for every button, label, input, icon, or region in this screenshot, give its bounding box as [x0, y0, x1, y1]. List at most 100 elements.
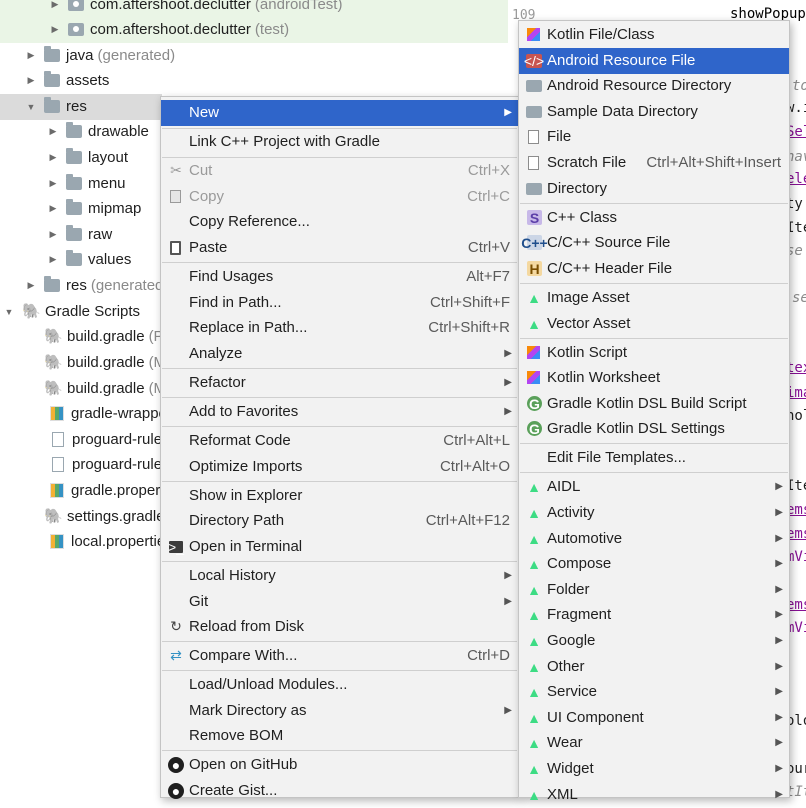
collapse-arrow-icon[interactable]: ▼ [26, 102, 36, 112]
tree-item-drawable[interactable]: ▶ drawable [0, 119, 149, 145]
submenu-item-cpp-class[interactable]: S C++ Class [519, 205, 789, 231]
properties-file-icon [50, 406, 64, 422]
expand-arrow-icon[interactable]: ▶ [50, 24, 60, 35]
submenu-item-ui-component[interactable]: ▲ UI Component ▶ [519, 705, 789, 731]
menu-item-remove-bom[interactable]: Remove BOM [161, 723, 518, 749]
tree-item-settings-gradle[interactable]: 🐘 settings.gradle [0, 504, 165, 530]
menu-item-analyze[interactable]: Analyze ▶ [161, 341, 518, 367]
menu-item-mark-directory-as[interactable]: Mark Directory as ▶ [161, 698, 518, 724]
submenu-item-fragment[interactable]: ▲ Fragment ▶ [519, 602, 789, 628]
menu-item-show-in-explorer[interactable]: Show in Explorer [161, 483, 518, 509]
submenu-item-widget[interactable]: ▲ Widget ▶ [519, 756, 789, 782]
collapse-arrow-icon[interactable]: ▼ [4, 307, 14, 317]
submenu-item-gradle-kotlin-dsl-build-script[interactable]: G Gradle Kotlin DSL Build Script [519, 391, 789, 417]
tree-item-gradle-scripts[interactable]: ▼ 🐘 Gradle Scripts [0, 299, 141, 325]
separator [162, 397, 517, 398]
menu-item-add-to-favorites[interactable]: Add to Favorites ▶ [161, 399, 518, 425]
expand-arrow-icon[interactable]: ▶ [48, 254, 58, 265]
submenu-item-compose[interactable]: ▲ Compose ▶ [519, 551, 789, 577]
menu-item-open-on-github[interactable]: ● Open on GitHub [161, 752, 518, 778]
tree-item-values[interactable]: ▶ values [0, 247, 131, 273]
menu-item-new[interactable]: New ▶ [161, 100, 518, 126]
tree-item-raw[interactable]: ▶ raw [0, 222, 112, 248]
submenu-item-file[interactable]: File [519, 124, 789, 150]
submenu-item-other[interactable]: ▲ Other ▶ [519, 654, 789, 680]
menu-item-optimize-imports[interactable]: Optimize Imports Ctrl+Alt+O [161, 454, 518, 480]
expand-arrow-icon[interactable]: ▶ [48, 178, 58, 189]
submenu-item-wear[interactable]: ▲ Wear ▶ [519, 730, 789, 756]
submenu-item-xml[interactable]: ▲ XML ▶ [519, 782, 789, 808]
tree-item-proguard-rules[interactable]: proguard-rule [0, 452, 162, 478]
menu-item-copy[interactable]: Copy Ctrl+C [161, 184, 518, 210]
tree-item-build-gradle[interactable]: 🐘 build.gradle (M [0, 350, 166, 376]
menu-item-local-history[interactable]: Local History ▶ [161, 563, 518, 589]
separator [520, 472, 788, 473]
submenu-item-edit-file-templates[interactable]: Edit File Templates... [519, 445, 789, 471]
tree-item-java-generated[interactable]: ▶ java (generated) [0, 43, 175, 69]
submenu-item-folder[interactable]: ▲ Folder ▶ [519, 577, 789, 603]
menu-item-load-unload-modules[interactable]: Load/Unload Modules... [161, 672, 518, 698]
menu-item-compare-with[interactable]: ⇄ Compare With... Ctrl+D [161, 643, 518, 669]
tree-item-local-properties[interactable]: local.propertie [0, 529, 165, 555]
menu-item-replace-in-path[interactable]: Replace in Path... Ctrl+Shift+R [161, 315, 518, 341]
menu-item-link-cpp-project[interactable]: Link C++ Project with Gradle [161, 129, 518, 155]
menu-item-find-usages[interactable]: Find Usages Alt+F7 [161, 264, 518, 290]
expand-arrow-icon[interactable]: ▶ [48, 203, 58, 214]
menu-item-paste[interactable]: Paste Ctrl+V [161, 235, 518, 261]
expand-arrow-icon[interactable]: ▶ [48, 229, 58, 240]
tree-item-gradle-wrapper[interactable]: gradle-wrappe [0, 401, 167, 427]
expand-arrow-icon[interactable]: ▶ [26, 75, 36, 86]
submenu-item-kotlin-worksheet[interactable]: Kotlin Worksheet [519, 365, 789, 391]
submenu-item-directory[interactable]: Directory [519, 176, 789, 202]
submenu-item-c-cpp-header-file[interactable]: H C/C++ Header File [519, 256, 789, 282]
submenu-item-kotlin-file-class[interactable]: Kotlin File/Class [519, 22, 789, 48]
properties-file-icon [50, 534, 64, 550]
tree-item-assets[interactable]: ▶ assets [0, 68, 109, 94]
tree-item-build-gradle[interactable]: 🐘 build.gradle (P [0, 324, 164, 350]
menu-item-directory-path[interactable]: Directory Path Ctrl+Alt+F12 [161, 508, 518, 534]
submenu-item-c-cpp-source-file[interactable]: C++ C/C++ Source File [519, 230, 789, 256]
tree-item-menu[interactable]: ▶ menu [0, 171, 126, 197]
tree-item-gradle-properties[interactable]: gradle.propert [0, 478, 164, 504]
android-icon: ▲ [527, 734, 541, 751]
tree-item-mipmap[interactable]: ▶ mipmap [0, 196, 141, 222]
submenu-item-scratch-file[interactable]: Scratch File Ctrl+Alt+Shift+Insert [519, 150, 789, 176]
folder-icon [66, 122, 82, 139]
submenu-item-activity[interactable]: ▲ Activity ▶ [519, 500, 789, 526]
tree-item-test-package[interactable]: ▶ com.aftershoot.declutter (test) [0, 17, 520, 43]
expand-arrow-icon[interactable]: ▶ [26, 50, 36, 61]
tree-item-androidtest-package[interactable]: ▶ com.aftershoot.declutter (androidTest) [0, 0, 520, 18]
menu-item-reformat-code[interactable]: Reformat Code Ctrl+Alt+L [161, 428, 518, 454]
tree-item-layout[interactable]: ▶ layout [0, 145, 128, 171]
menu-item-refactor[interactable]: Refactor ▶ [161, 370, 518, 396]
menu-item-open-in-terminal[interactable]: >_ Open in Terminal [161, 534, 518, 560]
expand-arrow-icon[interactable]: ▶ [26, 280, 36, 291]
expand-arrow-icon[interactable]: ▶ [48, 152, 58, 163]
submenu-item-service[interactable]: ▲ Service ▶ [519, 679, 789, 705]
android-icon: ▲ [527, 632, 541, 649]
submenu-arrow-icon: ▶ [775, 609, 783, 621]
menu-item-copy-reference[interactable]: Copy Reference... [161, 209, 518, 235]
submenu-item-google[interactable]: ▲ Google ▶ [519, 628, 789, 654]
android-icon: ▲ [527, 658, 541, 675]
menu-item-cut[interactable]: ✂ Cut Ctrl+X [161, 158, 518, 184]
expand-arrow-icon[interactable]: ▶ [48, 126, 58, 137]
submenu-item-automotive[interactable]: ▲ Automotive ▶ [519, 526, 789, 552]
menu-item-find-in-path[interactable]: Find in Path... Ctrl+Shift+F [161, 290, 518, 316]
tree-item-proguard-rules[interactable]: proguard-rule [0, 427, 162, 453]
submenu-item-android-resource-directory[interactable]: Android Resource Directory [519, 73, 789, 99]
copy-icon [170, 190, 181, 204]
submenu-item-sample-data-directory[interactable]: Sample Data Directory [519, 99, 789, 125]
tree-item-res[interactable]: ▼ res [0, 94, 162, 120]
tree-item-build-gradle[interactable]: 🐘 build.gradle (M [0, 376, 166, 402]
submenu-item-aidl[interactable]: ▲ AIDL ▶ [519, 474, 789, 500]
submenu-item-gradle-kotlin-dsl-settings[interactable]: G Gradle Kotlin DSL Settings [519, 416, 789, 442]
tree-item-res-generated[interactable]: ▶ res (generated [0, 273, 163, 299]
expand-arrow-icon[interactable]: ▶ [50, 0, 60, 10]
menu-item-git[interactable]: Git ▶ [161, 589, 518, 615]
submenu-item-vector-asset[interactable]: ▲ Vector Asset [519, 311, 789, 337]
menu-item-reload-from-disk[interactable]: ↻ Reload from Disk [161, 614, 518, 640]
submenu-item-kotlin-script[interactable]: Kotlin Script [519, 340, 789, 366]
submenu-item-image-asset[interactable]: ▲ Image Asset [519, 285, 789, 311]
submenu-item-android-resource-file[interactable]: </> Android Resource File [519, 48, 789, 74]
